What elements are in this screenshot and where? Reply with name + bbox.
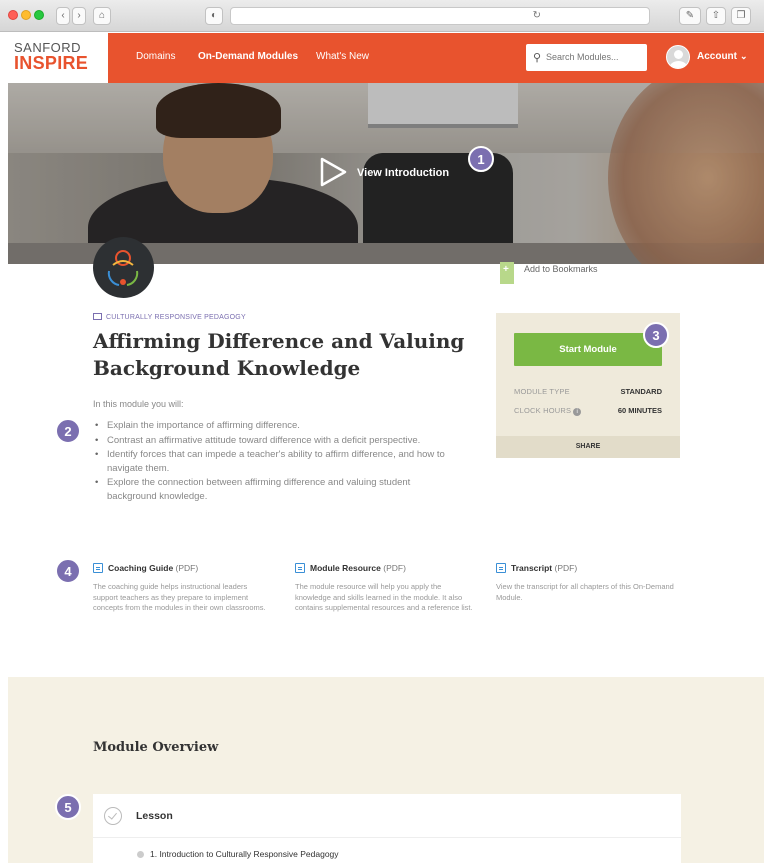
module-icon <box>93 237 154 298</box>
start-module-button[interactable]: Start Module <box>514 333 662 366</box>
sanford-inspire-logo[interactable]: SANFORD INSPIRE <box>8 33 108 83</box>
chevron-down-icon: ⌄ <box>740 51 748 61</box>
search-icon: ⚲ <box>533 52 542 64</box>
nav-domains[interactable]: Domains <box>136 51 175 62</box>
module-title: Affirming Difference and Valuing Backgro… <box>93 329 465 380</box>
home-icon[interactable]: ⌂ <box>93 7 111 25</box>
lesson-item[interactable]: 1. Introduction to Culturally Responsive… <box>137 849 339 859</box>
site-header: SANFORD INSPIRE Domains On-Demand Module… <box>8 33 764 83</box>
info-icon[interactable]: i <box>573 408 582 416</box>
transcript-icon <box>496 563 506 573</box>
avatar[interactable] <box>666 45 690 69</box>
module-overview-title: Module Overview <box>93 740 219 755</box>
share-icon[interactable]: ⇧ <box>706 7 726 25</box>
module-type-label: MODULE TYPE <box>514 387 570 396</box>
module-intro: In this module you will: <box>93 399 184 409</box>
clock-hours-value: 60 MINUTES <box>617 406 662 415</box>
objective-item: Identify forces that can impede a teache… <box>95 448 460 475</box>
address-bar[interactable]: ↻ <box>230 7 650 25</box>
callout-badge-3: 3 <box>643 322 669 348</box>
play-icon[interactable] <box>318 157 348 187</box>
category-label: CULTURALLY RESPONSIVE PEDAGOGY <box>93 313 246 321</box>
lesson-panel: Lesson 1. Introduction to Culturally Res… <box>93 794 681 863</box>
callout-badge-5: 5 <box>55 794 81 820</box>
status-dot-icon <box>137 851 144 858</box>
account-menu[interactable]: Account ⌄ <box>697 51 748 62</box>
tabs-icon[interactable]: ❐ <box>731 7 751 25</box>
zoom-window-button[interactable] <box>34 10 44 20</box>
coaching-guide-link[interactable]: Coaching Guide (PDF) <box>93 563 271 573</box>
forward-button[interactable]: › <box>72 7 86 25</box>
document-icon <box>295 563 305 573</box>
shield-icon[interactable]: ◐ <box>205 7 223 25</box>
callout-badge-1: 1 <box>468 146 494 172</box>
module-type-value: STANDARD <box>620 387 662 396</box>
nav-whats-new[interactable]: What's New <box>316 51 369 62</box>
transcript-link[interactable]: Transcript (PDF) <box>496 563 674 573</box>
callout-badge-4: 4 <box>55 558 81 584</box>
nav-on-demand-modules[interactable]: On-Demand Modules <box>198 51 298 62</box>
module-overview-section: Module Overview Lesson 1. Introduction t… <box>8 677 764 863</box>
resource-transcript: Transcript (PDF) View the transcript for… <box>496 563 674 602</box>
document-icon <box>93 563 103 573</box>
reading-list-icon[interactable]: ✎ <box>679 7 701 25</box>
objectives-list: Explain the importance of affirming diff… <box>95 419 460 504</box>
back-button[interactable]: ‹ <box>56 7 70 25</box>
bookmark-icon: + <box>500 262 514 284</box>
clock-hours-label: CLOCK HOURS i <box>514 406 582 416</box>
minimize-window-button[interactable] <box>21 10 31 20</box>
callout-badge-2: 2 <box>55 418 81 444</box>
search-box[interactable]: ⚲ <box>526 44 647 71</box>
category-icon <box>93 313 102 320</box>
objective-item: Explore the connection between affirming… <box>95 476 460 503</box>
view-introduction-label[interactable]: View Introduction <box>357 167 449 179</box>
resource-coaching-guide: Coaching Guide (PDF) The coaching guide … <box>93 563 271 614</box>
close-window-button[interactable] <box>8 10 18 20</box>
search-input[interactable] <box>546 50 641 64</box>
browser-toolbar: ‹ › ⌂ ◐ ↻ ✎ ⇧ ❐ <box>0 0 764 32</box>
resource-module-resource: Module Resource (PDF) The module resourc… <box>295 563 473 612</box>
check-circle-icon <box>104 807 122 825</box>
lesson-label: Lesson <box>136 810 173 822</box>
share-button[interactable]: SHARE <box>496 436 680 458</box>
objective-item: Explain the importance of affirming diff… <box>95 419 460 433</box>
reload-icon[interactable]: ↻ <box>533 10 541 21</box>
lesson-header[interactable]: Lesson <box>93 794 681 838</box>
module-resource-link[interactable]: Module Resource (PDF) <box>295 563 473 573</box>
objective-item: Contrast an affirmative attitude toward … <box>95 434 460 448</box>
